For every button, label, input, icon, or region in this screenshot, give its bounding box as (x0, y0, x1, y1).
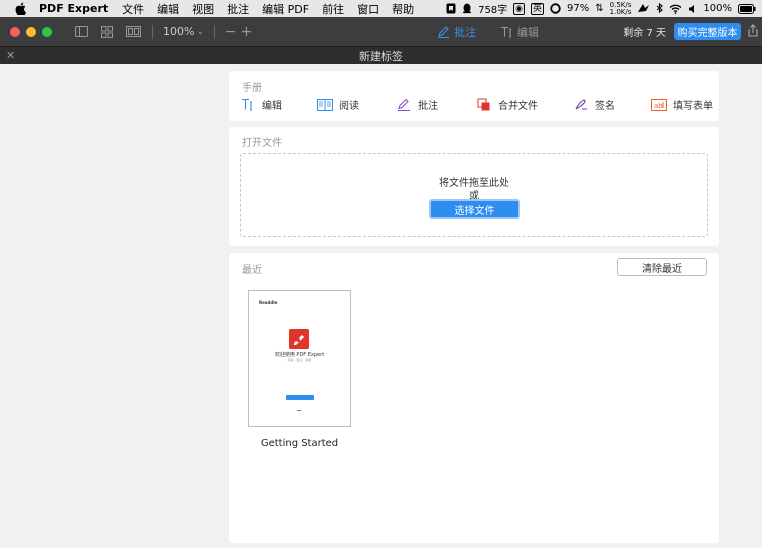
zoom-in-icon[interactable]: + (237, 23, 255, 41)
menu-go[interactable]: 前往 (322, 1, 344, 17)
tab-annotate[interactable]: 批注 (437, 17, 476, 46)
trial-remaining: 剩余 7 天 (623, 28, 666, 39)
handbook-item-form[interactable]: ab 填写表单 (651, 97, 713, 112)
page-layout-icon[interactable] (122, 23, 144, 41)
app-menu[interactable]: PDF Expert (39, 2, 108, 15)
menu-view[interactable]: 视图 (192, 1, 214, 17)
book-icon (317, 98, 333, 111)
qq-icon[interactable] (462, 3, 472, 14)
thumb-subtitle: 阅读 · 批注 · 编辑 (287, 358, 312, 362)
main-content: 手册 编辑 阅读 批注 合并文件 签名 ab 填写表单 打开文件 将文件拖至此处… (0, 64, 762, 548)
tab-annotate-label: 批注 (454, 25, 476, 39)
file-drop-zone[interactable]: 将文件拖至此处 或 选择文件 (240, 153, 708, 237)
updown-arrows-icon: ⇅ (595, 3, 604, 14)
wifi-icon[interactable] (669, 4, 682, 14)
tab-edit[interactable]: 编辑 (500, 17, 539, 46)
handbook-item-annotate[interactable]: 批注 (396, 97, 438, 112)
share-icon[interactable] (748, 24, 758, 40)
form-icon: ab (651, 98, 667, 111)
recent-file-name[interactable]: Getting Started (248, 438, 351, 449)
handbook-item-label: 批注 (418, 101, 438, 112)
handbook-item-merge[interactable]: 合并文件 (476, 97, 538, 112)
thumb-button (286, 395, 314, 400)
recent-card: 最近 清除最近 Readdle 欢迎使用 PDF Expert 阅读 · 批注 … (229, 253, 719, 543)
clear-recent-button[interactable]: 清除最近 (617, 258, 707, 276)
zoom-level[interactable]: 100% (163, 25, 194, 38)
volume-icon[interactable] (688, 4, 697, 14)
tab-bar: ✕ 新建标签 (0, 46, 762, 64)
menu-edit[interactable]: 编辑 (157, 1, 179, 17)
text-edit-icon (501, 26, 511, 38)
handbook-item-read[interactable]: 阅读 (317, 97, 359, 112)
recent-file-thumbnail[interactable]: Readdle 欢迎使用 PDF Expert 阅读 · 批注 · 编辑 (248, 290, 351, 427)
buy-full-version-button[interactable]: 购买完整版本 (674, 23, 741, 40)
chevron-down-icon[interactable]: ⌄ (194, 23, 206, 41)
handbook-title: 手册 (242, 83, 262, 94)
thumb-title: 欢迎使用 PDF Expert (274, 352, 325, 358)
bird-icon[interactable] (637, 3, 650, 14)
toolbar-divider (152, 24, 153, 39)
battery-icon[interactable] (738, 3, 756, 14)
menu-edit-pdf[interactable]: 编辑 PDF (262, 1, 309, 17)
handbook-item-edit[interactable]: 编辑 (240, 97, 282, 112)
handbook-card: 手册 编辑 阅读 批注 合并文件 签名 ab 填写表单 (229, 71, 719, 121)
fullscreen-window-button[interactable] (42, 26, 52, 37)
merge-icon (476, 98, 492, 111)
thumb-brand: Readdle (259, 300, 278, 305)
apple-icon[interactable] (15, 2, 27, 15)
bookmark-icon[interactable] (446, 3, 456, 14)
ime-indicator[interactable]: 英 (531, 2, 545, 15)
sidebar-toggle-icon[interactable] (70, 23, 92, 41)
signature-icon (573, 98, 589, 111)
window-toolbar: 100% ⌄ − + 批注 编辑 剩余 7 天 购买完整版本 (0, 17, 762, 46)
network-speed: 0.5K/s 1.0K/s (609, 1, 632, 16)
open-file-title: 打开文件 (242, 138, 282, 149)
tab-edit-label: 编辑 (517, 25, 539, 39)
menu-help[interactable]: 帮助 (392, 1, 414, 17)
recent-title: 最近 (242, 265, 262, 276)
menu-file[interactable]: 文件 (122, 1, 144, 17)
handbook-item-sign[interactable]: 签名 (573, 97, 615, 112)
grid-view-icon[interactable] (96, 23, 118, 41)
bluetooth-icon[interactable] (656, 3, 664, 14)
choose-file-button[interactable]: 选择文件 (429, 199, 520, 219)
open-file-card: 打开文件 将文件拖至此处 或 选择文件 (229, 127, 719, 246)
menu-annotate[interactable]: 批注 (227, 1, 249, 17)
toolbar-divider (214, 24, 216, 39)
minimize-window-button[interactable] (26, 26, 36, 37)
close-window-button[interactable] (10, 26, 20, 37)
handbook-item-label: 编辑 (262, 101, 282, 112)
handbook-item-label: 阅读 (339, 101, 359, 112)
pen-icon (438, 26, 449, 38)
handbook-item-label: 合并文件 (498, 101, 538, 112)
svg-text:ab: ab (654, 102, 663, 110)
window-controls (10, 26, 52, 37)
status-area: 758字 ◉ 英 97% ⇅ 0.5K/s 1.0K/s 100% (446, 0, 756, 17)
camera-icon[interactable]: ◉ (513, 2, 526, 15)
battery-small-label: 97% (567, 3, 590, 14)
zoom-out-icon[interactable]: − (223, 23, 237, 41)
tab-title[interactable]: 新建标签 (359, 48, 403, 64)
circle-icon[interactable] (550, 3, 561, 14)
menu-window[interactable]: 窗口 (357, 1, 379, 17)
menu-bar: PDF Expert 文件 编辑 视图 批注 编辑 PDF 前往 窗口 帮助 7… (0, 0, 762, 17)
handbook-item-label: 签名 (595, 101, 615, 112)
battery-label: 100% (703, 3, 732, 14)
pdf-expert-logo-icon (289, 329, 309, 349)
close-tab-icon[interactable]: ✕ (6, 49, 15, 62)
chevron-down-icon (297, 409, 301, 411)
pen-icon (396, 98, 412, 111)
net-down: 1.0K/s (609, 7, 632, 16)
handbook-item-label: 填写表单 (673, 101, 713, 112)
text-edit-icon (240, 98, 256, 111)
word-count[interactable]: 758字 (478, 1, 507, 16)
